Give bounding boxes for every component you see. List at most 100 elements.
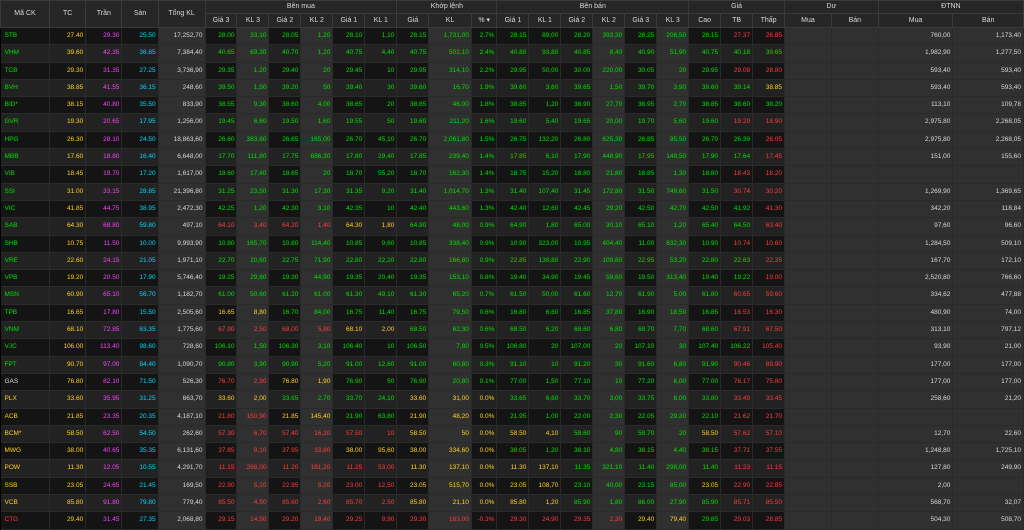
table-row[interactable]: BCM* 58.50 62.50 54.50 262,60 57.30 6,70 57.40 1…: [0, 425, 1024, 444]
symbol-cell[interactable]: FPT: [0, 356, 50, 374]
symbol-cell[interactable]: GAS: [0, 373, 50, 392]
col-buy-kl3[interactable]: KL 3: [236, 13, 270, 28]
col-du-mua[interactable]: Mua: [784, 13, 832, 28]
match-change-cell: 1.8%: [471, 96, 498, 115]
col-tb[interactable]: TB: [720, 13, 754, 28]
table-row[interactable]: VHM 39.60 42.35 36.85 7,384,40 40.65 69,30 40.7…: [0, 44, 1024, 63]
bid-cell: 10: [364, 425, 398, 444]
foreign-buy-cell: 177,00: [878, 356, 954, 374]
symbol-cell[interactable]: SSI: [0, 183, 50, 201]
col-buy-gia3[interactable]: Giá 3: [204, 13, 238, 28]
table-row[interactable]: PLX 33.60 35.95 31.25 663,70 33.60 2,00 33.65 2,…: [0, 390, 1024, 409]
table-row[interactable]: TCB 29.30 31.35 27.25 3,736,90 29.35 1,20 29.40…: [0, 62, 1024, 80]
bid-cell: 18.65: [268, 165, 302, 184]
table-row[interactable]: SAB 64.30 68.80 59.80 497,10 64.10 3,40 64.20 1,…: [0, 217, 1024, 236]
remain-buy-cell: [784, 511, 832, 530]
col-cao[interactable]: Cao: [688, 13, 722, 28]
symbol-cell[interactable]: TPB: [0, 304, 50, 323]
symbol-cell[interactable]: TCB: [0, 62, 50, 80]
remain-sell-cell: [831, 408, 879, 426]
ref-price-cell: 68.10: [49, 321, 87, 340]
col-sell-kl1[interactable]: KL 1: [528, 13, 562, 28]
col-san[interactable]: Sàn: [121, 0, 159, 28]
symbol-cell[interactable]: VPB: [0, 269, 50, 288]
symbol-cell[interactable]: STB: [0, 27, 50, 46]
table-row[interactable]: GAS 76.80 82.10 71.50 526,30 76.70 2,90 76.80 1,…: [0, 373, 1024, 392]
symbol-cell[interactable]: GVR: [0, 113, 50, 132]
col-buy-kl2[interactable]: KL 2: [300, 13, 334, 28]
symbol-cell[interactable]: VHM: [0, 44, 50, 63]
col-sell-gia1[interactable]: Giá 1: [496, 13, 530, 28]
table-row[interactable]: GVR 19.30 20.65 17.95 1,256,00 19.45 6,60 19.50…: [0, 113, 1024, 132]
symbol-cell[interactable]: ACB: [0, 408, 50, 426]
col-nn-ban[interactable]: Bán: [952, 13, 1024, 28]
floor-price-cell: 16.40: [121, 148, 159, 167]
table-row[interactable]: MBB 17.60 18.80 16.40 6,648,00 17.70 111,80 17.…: [0, 148, 1024, 167]
table-row[interactable]: POW 11.30 12.05 10.55 4,291,70 11.15 268,00 11.…: [0, 459, 1024, 478]
table-row[interactable]: STB 27.40 29.30 25.50 17,252,70 28.00 33,10 28.…: [0, 27, 1024, 46]
table-row[interactable]: VPB 19.20 20.50 17.90 5,746,40 19.25 29,60 19.3…: [0, 269, 1024, 288]
ref-price-cell: 90.70: [49, 356, 87, 374]
symbol-cell[interactable]: CTG: [0, 511, 50, 530]
table-row[interactable]: SSI 31.00 33.15 28.85 21,396,80 31.25 23,50 31.…: [0, 183, 1024, 201]
table-row[interactable]: BVH 38.85 41.55 36.15 248,60 39.50 1,50 39.20 50…: [0, 79, 1024, 98]
col-sell-gia2[interactable]: Giá 2: [560, 13, 594, 28]
foreign-sell-cell: [952, 408, 1024, 426]
col-sell-kl3[interactable]: KL 3: [656, 13, 690, 28]
col-tran[interactable]: Trần: [85, 0, 123, 28]
table-row[interactable]: VIC 41.85 44.75 38.95 2,472,30 42.25 1,20 42.30…: [0, 200, 1024, 219]
table-row[interactable]: VJC 106.00 113.40 98.60 728,60 106.10 1,50 106.…: [0, 338, 1024, 357]
col-tong-kl[interactable]: Tổng KL: [157, 0, 206, 28]
symbol-cell[interactable]: SAB: [0, 217, 50, 236]
symbol-cell[interactable]: POW: [0, 459, 50, 478]
table-row[interactable]: CTG 29.40 31.45 27.35 2,068,80 29.15 14,50 29.2…: [0, 511, 1024, 530]
table-row[interactable]: SHB 10.75 11.50 10.00 9,993,90 10.80 165,70 10.…: [0, 235, 1024, 253]
col-tc[interactable]: TC: [48, 0, 87, 28]
table-row[interactable]: BID* 38.15 40.80 35.50 833,90 38.55 9,30 38.60 4…: [0, 96, 1024, 115]
symbol-cell[interactable]: SSB: [0, 477, 50, 496]
table-row[interactable]: VRE 22.60 24.15 21.05 1,971,10 22.70 20,60 22.7…: [0, 252, 1024, 271]
col-sell-kl2[interactable]: KL 2: [592, 13, 626, 28]
col-buy-kl1[interactable]: KL 1: [364, 13, 398, 28]
symbol-cell[interactable]: HPG: [0, 131, 50, 150]
symbol-cell[interactable]: MBB: [0, 148, 50, 167]
table-row[interactable]: FPT 90.70 97.00 84.40 1,090,70 90.80 3,90 90.90…: [0, 356, 1024, 374]
table-row[interactable]: TPB 16.65 17.80 15.50 2,505,60 16.65 8,80 16.70…: [0, 304, 1024, 323]
col-ma-ck[interactable]: Mã CK: [0, 0, 50, 28]
bid-cell: 63,80: [364, 408, 398, 426]
symbol-cell[interactable]: MWG: [0, 442, 50, 461]
symbol-cell[interactable]: BCM*: [0, 425, 50, 444]
table-row[interactable]: MSN 60.90 65.10 56.70 1,182,70 61.00 50,60 61.2…: [0, 286, 1024, 305]
symbol-cell[interactable]: VCB: [0, 494, 50, 513]
col-buy-gia2[interactable]: Giá 2: [268, 13, 302, 28]
table-row[interactable]: VIB 18.45 19.70 17.20 1,617,00 18.60 17,40 18.6…: [0, 165, 1024, 184]
ask-cell: 3,00: [592, 390, 626, 409]
symbol-cell[interactable]: BID*: [0, 96, 50, 115]
table-row[interactable]: SSB 23.05 24.65 21.45 169,50 22.90 5,20 22.95 5,…: [0, 477, 1024, 496]
table-row[interactable]: MWG 38.00 40.65 35.35 6,131,60 37.85 9,10 37.95…: [0, 442, 1024, 461]
symbol-cell[interactable]: VIB: [0, 165, 50, 184]
col-match-kl[interactable]: KL: [428, 13, 472, 28]
symbol-cell[interactable]: SHB: [0, 235, 50, 253]
bid-cell: 33,10: [236, 27, 270, 46]
col-buy-gia1[interactable]: Giá 1: [332, 13, 366, 28]
match-volume-cell: 314,10: [428, 62, 472, 80]
table-row[interactable]: VCB 85.80 91.80 79.80 779,40 85.50 4,50 85.60 2,…: [0, 494, 1024, 513]
col-match-gia[interactable]: Giá: [396, 13, 430, 28]
col-thap[interactable]: Thấp: [752, 13, 786, 28]
symbol-cell[interactable]: VRE: [0, 252, 50, 271]
table-row[interactable]: HPG 26.30 28.10 24.50 18,863,60 26.60 383,60 26…: [0, 131, 1024, 150]
symbol-cell[interactable]: BVH: [0, 79, 50, 98]
col-du-ban[interactable]: Bán: [830, 13, 879, 28]
symbol-cell[interactable]: VJC: [0, 338, 50, 357]
symbol-cell[interactable]: MSN: [0, 286, 50, 305]
col-sell-gia3[interactable]: Giá 3: [624, 13, 658, 28]
symbol-cell[interactable]: VNM: [0, 321, 50, 340]
symbol-cell[interactable]: VIC: [0, 200, 50, 219]
symbol-cell[interactable]: PLX: [0, 390, 50, 409]
col-nn-mua[interactable]: Mua: [877, 13, 954, 28]
table-row[interactable]: ACB 21.85 23.35 20.35 4,187,10 21.80 150,90 21.…: [0, 408, 1024, 426]
table-row[interactable]: VNM 68.10 72.85 63.35 1,775,60 67.90 2,50 68.00…: [0, 321, 1024, 340]
col-match-pct[interactable]: % ▾: [470, 13, 498, 28]
sort-down-icon[interactable]: ▾: [487, 17, 491, 24]
